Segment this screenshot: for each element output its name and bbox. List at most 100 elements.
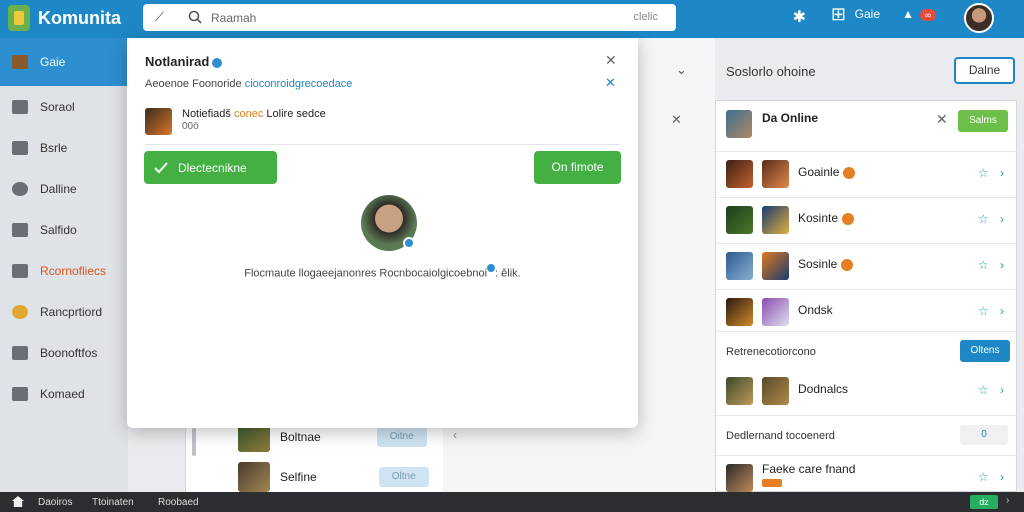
info-icon <box>487 264 496 272</box>
row-name: Kosinte <box>798 211 839 225</box>
bottom-item[interactable]: Ttoinaten <box>92 497 134 508</box>
thumbnail <box>238 462 270 492</box>
section-label: Retrenecotiorcono <box>726 346 816 358</box>
chest-icon <box>12 55 28 69</box>
user-avatar[interactable] <box>964 3 994 33</box>
sidebar-item-label: Soraol <box>40 99 75 114</box>
avatar <box>762 206 789 234</box>
sidebar-item-dalline[interactable]: Dalline <box>0 168 128 209</box>
home-icon[interactable] <box>12 496 24 507</box>
lock-icon <box>12 222 28 237</box>
list-item[interactable]: Goainle ☆ › <box>716 151 1018 197</box>
list-item[interactable]: Selfine Oltne <box>238 462 429 492</box>
avatar <box>726 464 753 492</box>
bottom-item[interactable]: Daoiros <box>38 497 72 508</box>
list-item[interactable]: Kosinte ☆ › <box>716 197 1018 243</box>
sidebar-item-boonoftfos[interactable]: Boonoftfos <box>0 332 128 373</box>
coin-icon <box>12 304 28 319</box>
entry-text: Notiefiadš conec Lolire sedce 00ö <box>182 108 326 135</box>
confirm-button[interactable]: Dlectecnikne <box>144 151 277 184</box>
row-name: Goainle <box>798 165 840 179</box>
pencil-icon <box>12 140 28 155</box>
dismiss-icon[interactable]: ✕ <box>605 75 616 91</box>
search-bar[interactable]: ⟋ Raamah clelic <box>143 4 676 31</box>
modal-subtitle: Aeoenoe Foonoride cioconroidgrecoedace <box>145 78 352 90</box>
sidebar-item-komaed[interactable]: Komaed <box>0 373 128 414</box>
sidebar-item-gaie[interactable]: Gaie <box>0 38 128 86</box>
chevron-down-icon[interactable]: ⌄ <box>676 62 687 78</box>
row-actions[interactable]: ☆ › <box>978 166 1008 180</box>
avatar <box>762 377 789 405</box>
divider <box>145 144 620 145</box>
list-item-label: Goainle <box>798 165 856 179</box>
sidebar-item-label: Bsrle <box>40 140 68 155</box>
entry-meta: 00ö <box>182 121 199 132</box>
modal-title: Notlanirad <box>145 54 223 69</box>
app-logo-icon <box>8 5 30 31</box>
status-badge <box>762 479 782 487</box>
notification-count: ∞ <box>919 9 936 21</box>
top-bar: Komunita ⟋ Raamah clelic ✱ ⊞ Gaie ▲ ∞ <box>0 0 1024 38</box>
notification-icon[interactable]: ▲ <box>902 7 914 21</box>
row-actions[interactable]: ☆ › <box>978 304 1008 318</box>
bottom-item[interactable]: Roobaed <box>158 497 199 508</box>
avatar <box>762 252 789 280</box>
sidebar-item-salfido[interactable]: Salfido <box>0 209 128 250</box>
status-pill[interactable]: dz <box>970 495 998 509</box>
sidebar-item-rcornofliecs[interactable]: Rcornofliecs <box>0 250 128 291</box>
modal-title-text: Notlanirad <box>145 54 210 69</box>
list-item-action[interactable]: Oltne <box>378 467 429 487</box>
row-actions[interactable]: ☆ › <box>978 258 1008 272</box>
scrollbar[interactable] <box>192 428 196 456</box>
list-item-label: Faeke care fnand <box>762 462 855 490</box>
basket-icon[interactable]: ⊞ <box>831 4 846 25</box>
row-actions[interactable]: ☆ › <box>978 212 1008 226</box>
secondary-button[interactable]: On fimote <box>534 151 621 184</box>
entry-line: Notiefiadš conec Lolire sedce <box>182 108 326 120</box>
row-actions[interactable]: ☆ › <box>978 383 1008 397</box>
sidebar-item-label: Salfido <box>40 222 77 237</box>
list-item[interactable]: Sosinle ☆ › <box>716 243 1018 289</box>
row-actions[interactable]: ☆ › <box>978 470 1008 484</box>
chevron-right-icon[interactable]: › <box>1006 495 1009 506</box>
sidebar: Gaie Soraol Bsrle Dalline Salfido Rcorno… <box>0 38 128 492</box>
list-item[interactable]: Dodnalcs ☆ › <box>716 369 1018 415</box>
list-item-label: Ondsk <box>798 303 833 317</box>
right-panel-button[interactable]: Dalne <box>954 57 1015 84</box>
bottom-bar: Daoiros Ttoinaten Roobaed dz › <box>0 492 1024 512</box>
search-shortcut: clelic <box>633 11 658 23</box>
avatar <box>145 108 172 135</box>
modal-subtitle-link[interactable]: cioconroidgrecoedace <box>245 78 353 90</box>
section-label: Dedlernand tocoenerd <box>726 430 835 442</box>
group-icon <box>12 345 28 360</box>
notification-modal: Notlanirad ✕ ✕ Aeoenoe Foonoride cioconr… <box>127 38 638 428</box>
notification-entry[interactable]: Notiefiadš conec Lolire sedce 00ö <box>145 108 326 135</box>
list-item[interactable]: Ondsk ☆ › <box>716 289 1018 335</box>
search-input[interactable]: Raamah <box>211 11 256 25</box>
sidebar-item-rancprtiord[interactable]: Rancprtiord <box>0 291 128 332</box>
list-item-action[interactable]: Oitne <box>376 427 427 447</box>
list-item-label: Dodnalcs <box>798 382 849 396</box>
list-item-label: Boltnae <box>280 430 321 444</box>
caption-tail: : ělik. <box>495 267 521 280</box>
settings-icon[interactable]: ✱ <box>793 7 806 27</box>
sidebar-item-soraol[interactable]: Soraol <box>0 86 128 127</box>
verified-icon <box>843 166 856 179</box>
row-name: Sosinle <box>798 257 838 271</box>
back-icon[interactable]: ⟋ <box>155 9 164 25</box>
list-item-label: Kosinte <box>798 211 855 225</box>
search-icon <box>188 10 202 24</box>
header-action-button[interactable]: Salms <box>958 110 1008 132</box>
close-icon[interactable]: ✕ <box>605 52 617 69</box>
profile-avatar[interactable] <box>361 195 417 251</box>
brand[interactable]: Komunita <box>8 5 121 31</box>
section-toggle[interactable]: 0 <box>960 425 1008 445</box>
close-icon[interactable]: ✕ <box>671 112 682 128</box>
close-icon[interactable]: ✕ <box>936 111 948 128</box>
tab-gaie[interactable]: Gaie <box>855 7 880 21</box>
sidebar-item-bsrle[interactable]: Bsrle <box>0 127 128 168</box>
section-header: Dedlernand tocoenerd 0 <box>716 415 1018 459</box>
section-button[interactable]: Oltens <box>960 340 1010 362</box>
book-icon <box>12 386 28 401</box>
share-icon[interactable]: ‹ <box>453 428 457 442</box>
